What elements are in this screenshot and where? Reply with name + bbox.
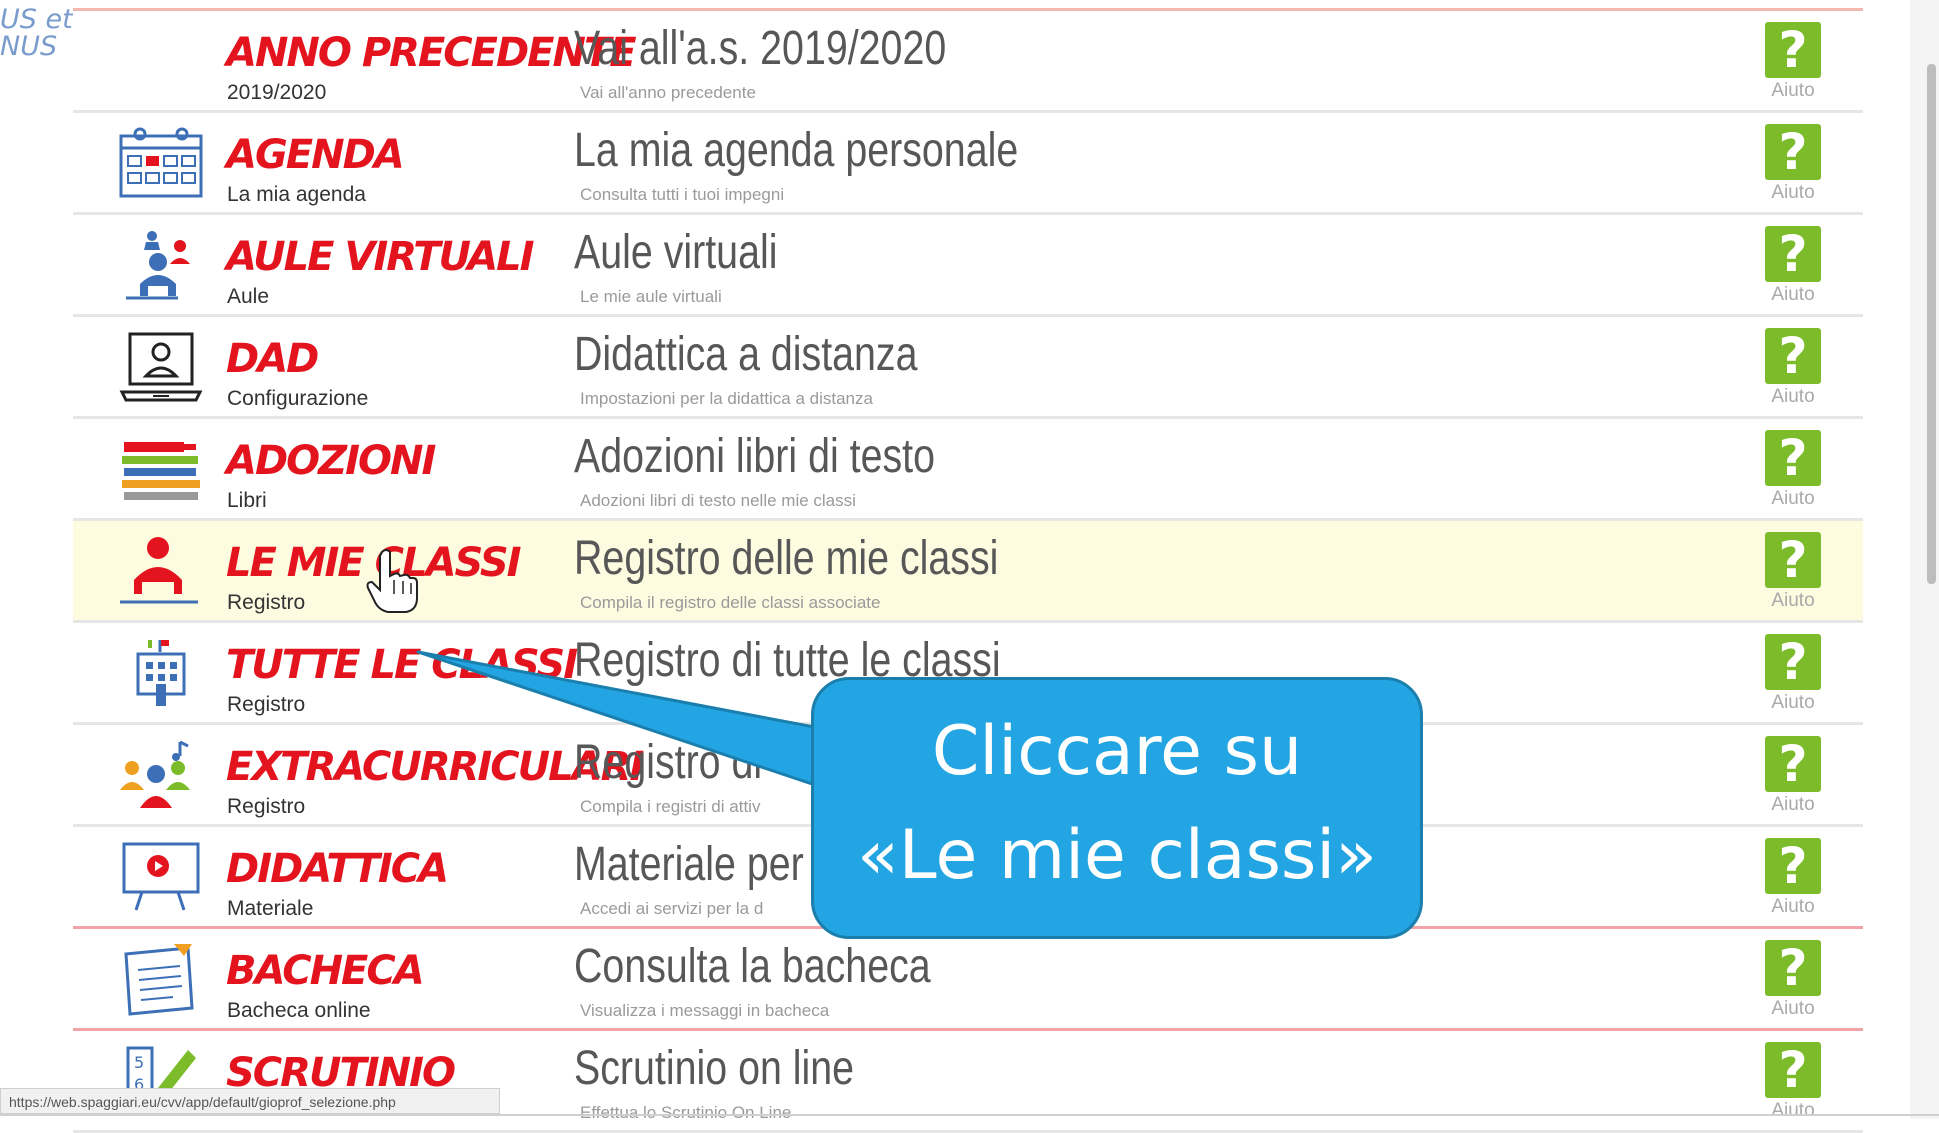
help-label: Aiuto xyxy=(1771,386,1815,407)
menu-row-adozioni[interactable]: ADOZIONI Libri Adozioni libri di testo A… xyxy=(73,419,1863,521)
help-button[interactable]: ? Aiuto xyxy=(1763,736,1823,816)
help-button[interactable]: ? Aiuto xyxy=(1763,1042,1823,1122)
help-button[interactable]: ? Aiuto xyxy=(1763,124,1823,204)
help-label: Aiuto xyxy=(1771,488,1815,509)
status-bar-url: https://web.spaggiari.eu/cvv/app/default… xyxy=(0,1088,500,1114)
help-label: Aiuto xyxy=(1771,998,1815,1019)
hand-cursor-icon xyxy=(366,549,418,613)
corner-logo: US et NUS xyxy=(0,6,73,60)
menu-row-description: Didattica a distanza xyxy=(574,328,918,381)
help-button[interactable]: ? Aiuto xyxy=(1763,532,1823,612)
help-label: Aiuto xyxy=(1771,692,1815,713)
menu-row-subtitle: La mia agenda xyxy=(227,183,366,206)
menu-row-subtitle: Registro xyxy=(227,693,306,716)
help-button[interactable]: ? Aiuto xyxy=(1763,226,1823,306)
help-button[interactable]: ? Aiuto xyxy=(1763,634,1823,714)
menu-row-title: ADOZIONI xyxy=(226,438,436,484)
menu-row-subtitle: Registro xyxy=(227,591,306,614)
help-label: Aiuto xyxy=(1771,896,1815,917)
menu-row-description: Adozioni libri di testo xyxy=(574,430,935,483)
help-icon: ? xyxy=(1765,124,1821,180)
bottom-divider xyxy=(0,1114,1939,1116)
menu-row-subtitle: Bacheca online xyxy=(227,999,371,1022)
help-icon: ? xyxy=(1765,22,1821,78)
menu-row-dad[interactable]: DAD Configurazione Didattica a distanza … xyxy=(73,317,1863,419)
menu-row-description: Materiale per xyxy=(574,838,804,891)
menu-row-description-sub: Compila i registri di attiv xyxy=(580,797,761,816)
menu-row-subtitle: 2019/2020 xyxy=(227,81,327,104)
menu-row-title: TUTTE LE CLASSI xyxy=(226,642,578,688)
help-button[interactable]: ? Aiuto xyxy=(1763,22,1823,102)
help-label: Aiuto xyxy=(1771,794,1815,815)
help-label: Aiuto xyxy=(1771,590,1815,611)
menu-row-le-mie-classi[interactable]: LE MIE CLASSI Registro Registro delle mi… xyxy=(73,521,1863,623)
menu-row-subtitle: Materiale xyxy=(227,897,314,920)
menu-row-description: Scrutinio on line xyxy=(574,1042,855,1095)
school-building-icon xyxy=(118,636,204,710)
menu-row-description: Consulta la bacheca xyxy=(574,940,931,993)
menu-row-description-sub: Compila i re xyxy=(580,695,671,714)
help-icon: ? xyxy=(1765,634,1821,690)
help-button[interactable]: ? Aiuto xyxy=(1763,838,1823,918)
menu-row-description-sub: Effettua lo Scrutinio On Line xyxy=(580,1103,792,1122)
svg-text:5: 5 xyxy=(134,1053,144,1072)
menu-row-description-sub: Impostazioni per la didattica a distanza xyxy=(580,389,873,408)
help-icon: ? xyxy=(1765,736,1821,792)
menu-row-description-sub: Consulta tutti i tuoi impegni xyxy=(580,185,785,204)
help-button[interactable]: ? Aiuto xyxy=(1763,328,1823,408)
menu-row-anno-precedente[interactable]: ANNO PRECEDENTE 2019/2020 Vai all'a.s. 2… xyxy=(73,11,1863,113)
help-icon: ? xyxy=(1765,328,1821,384)
menu-row-subtitle: Configurazione xyxy=(227,387,369,410)
menu-row-subtitle: Libri xyxy=(227,489,267,512)
menu-row-subtitle: Registro xyxy=(227,795,306,818)
menu-row-subtitle: Aule xyxy=(227,285,270,308)
help-button[interactable]: ? Aiuto xyxy=(1763,940,1823,1020)
scrollbar-thumb[interactable] xyxy=(1927,64,1936,584)
menu-row-description-sub: Visualizza i messaggi in bacheca xyxy=(580,1001,830,1020)
callout-line2: «Le mie classi» xyxy=(857,816,1377,895)
menu-row-scrutinio[interactable]: 5 6 SCRUTINIO Scrutinio on line Effettua… xyxy=(73,1031,1863,1133)
help-icon: ? xyxy=(1765,838,1821,894)
group-music-icon xyxy=(118,738,204,812)
menu-row-title: DIDATTICA xyxy=(226,846,449,892)
menu-list: ANNO PRECEDENTE 2019/2020 Vai all'a.s. 2… xyxy=(73,8,1863,1133)
help-icon: ? xyxy=(1765,1042,1821,1098)
video-board-icon xyxy=(118,840,204,914)
menu-row-description-sub: Accedi ai servizi per la d xyxy=(580,899,764,918)
laptop-user-icon xyxy=(118,330,204,404)
menu-row-title: BACHECA xyxy=(226,948,425,994)
calendar-icon xyxy=(118,126,204,200)
help-icon: ? xyxy=(1765,940,1821,996)
menu-row-title: AGENDA xyxy=(226,132,405,178)
books-icon xyxy=(118,432,204,506)
menu-row-agenda[interactable]: AGENDA La mia agenda La mia agenda perso… xyxy=(73,113,1863,215)
menu-row-description: Registro di xyxy=(574,736,763,789)
menu-row-description: Aule virtuali xyxy=(574,226,778,279)
menu-row-description: La mia agenda personale xyxy=(574,124,1019,177)
menu-row-title: AULE VIRTUALI xyxy=(226,234,535,280)
menu-row-bacheca[interactable]: BACHECA Bacheca online Consulta la bache… xyxy=(73,929,1863,1031)
menu-row-description-sub: Compila il registro delle classi associa… xyxy=(580,593,881,612)
menu-row-aule-virtuali[interactable]: AULE VIRTUALI Aule Aule virtuali Le mie … xyxy=(73,215,1863,317)
menu-row-description-sub: Adozioni libri di testo nelle mie classi xyxy=(580,491,856,510)
menu-row-description-sub: Vai all'anno precedente xyxy=(580,83,756,102)
help-button[interactable]: ? Aiuto xyxy=(1763,430,1823,510)
menu-row-description: Vai all'a.s. 2019/2020 xyxy=(574,22,947,75)
help-icon: ? xyxy=(1765,430,1821,486)
menu-row-title: DAD xyxy=(226,336,319,382)
help-icon: ? xyxy=(1765,226,1821,282)
virtual-classroom-icon xyxy=(118,228,204,302)
bulletin-board-icon xyxy=(118,942,204,1016)
menu-row-description-sub: Le mie aule virtuali xyxy=(580,287,722,306)
callout-line1: Cliccare su xyxy=(931,712,1303,791)
corner-logo-line1: US et xyxy=(0,4,73,35)
teacher-icon xyxy=(118,534,204,608)
help-label: Aiuto xyxy=(1771,182,1815,203)
instruction-callout: Cliccare su «Le mie classi» xyxy=(811,677,1423,939)
help-icon: ? xyxy=(1765,532,1821,588)
help-label: Aiuto xyxy=(1771,284,1815,305)
menu-row-description: Registro delle mie classi xyxy=(574,532,999,585)
corner-logo-line2: NUS xyxy=(0,31,58,62)
help-label: Aiuto xyxy=(1771,80,1815,101)
